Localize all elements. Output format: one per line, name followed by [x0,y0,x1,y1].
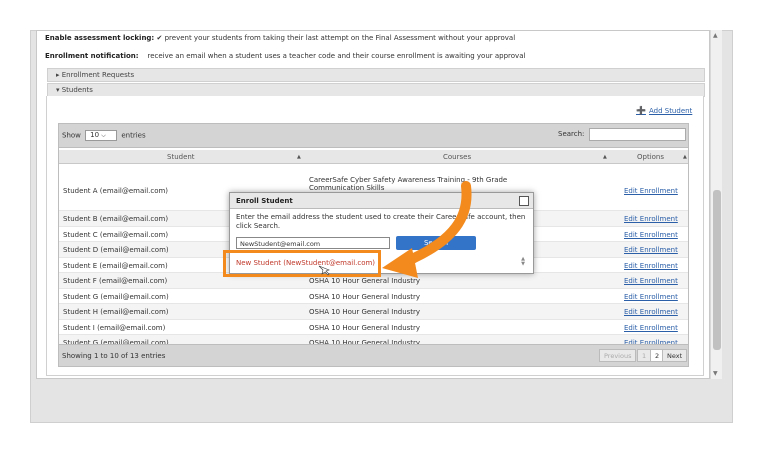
annotation-arrow [318,181,472,278]
mouse-cursor-icon [318,265,330,276]
